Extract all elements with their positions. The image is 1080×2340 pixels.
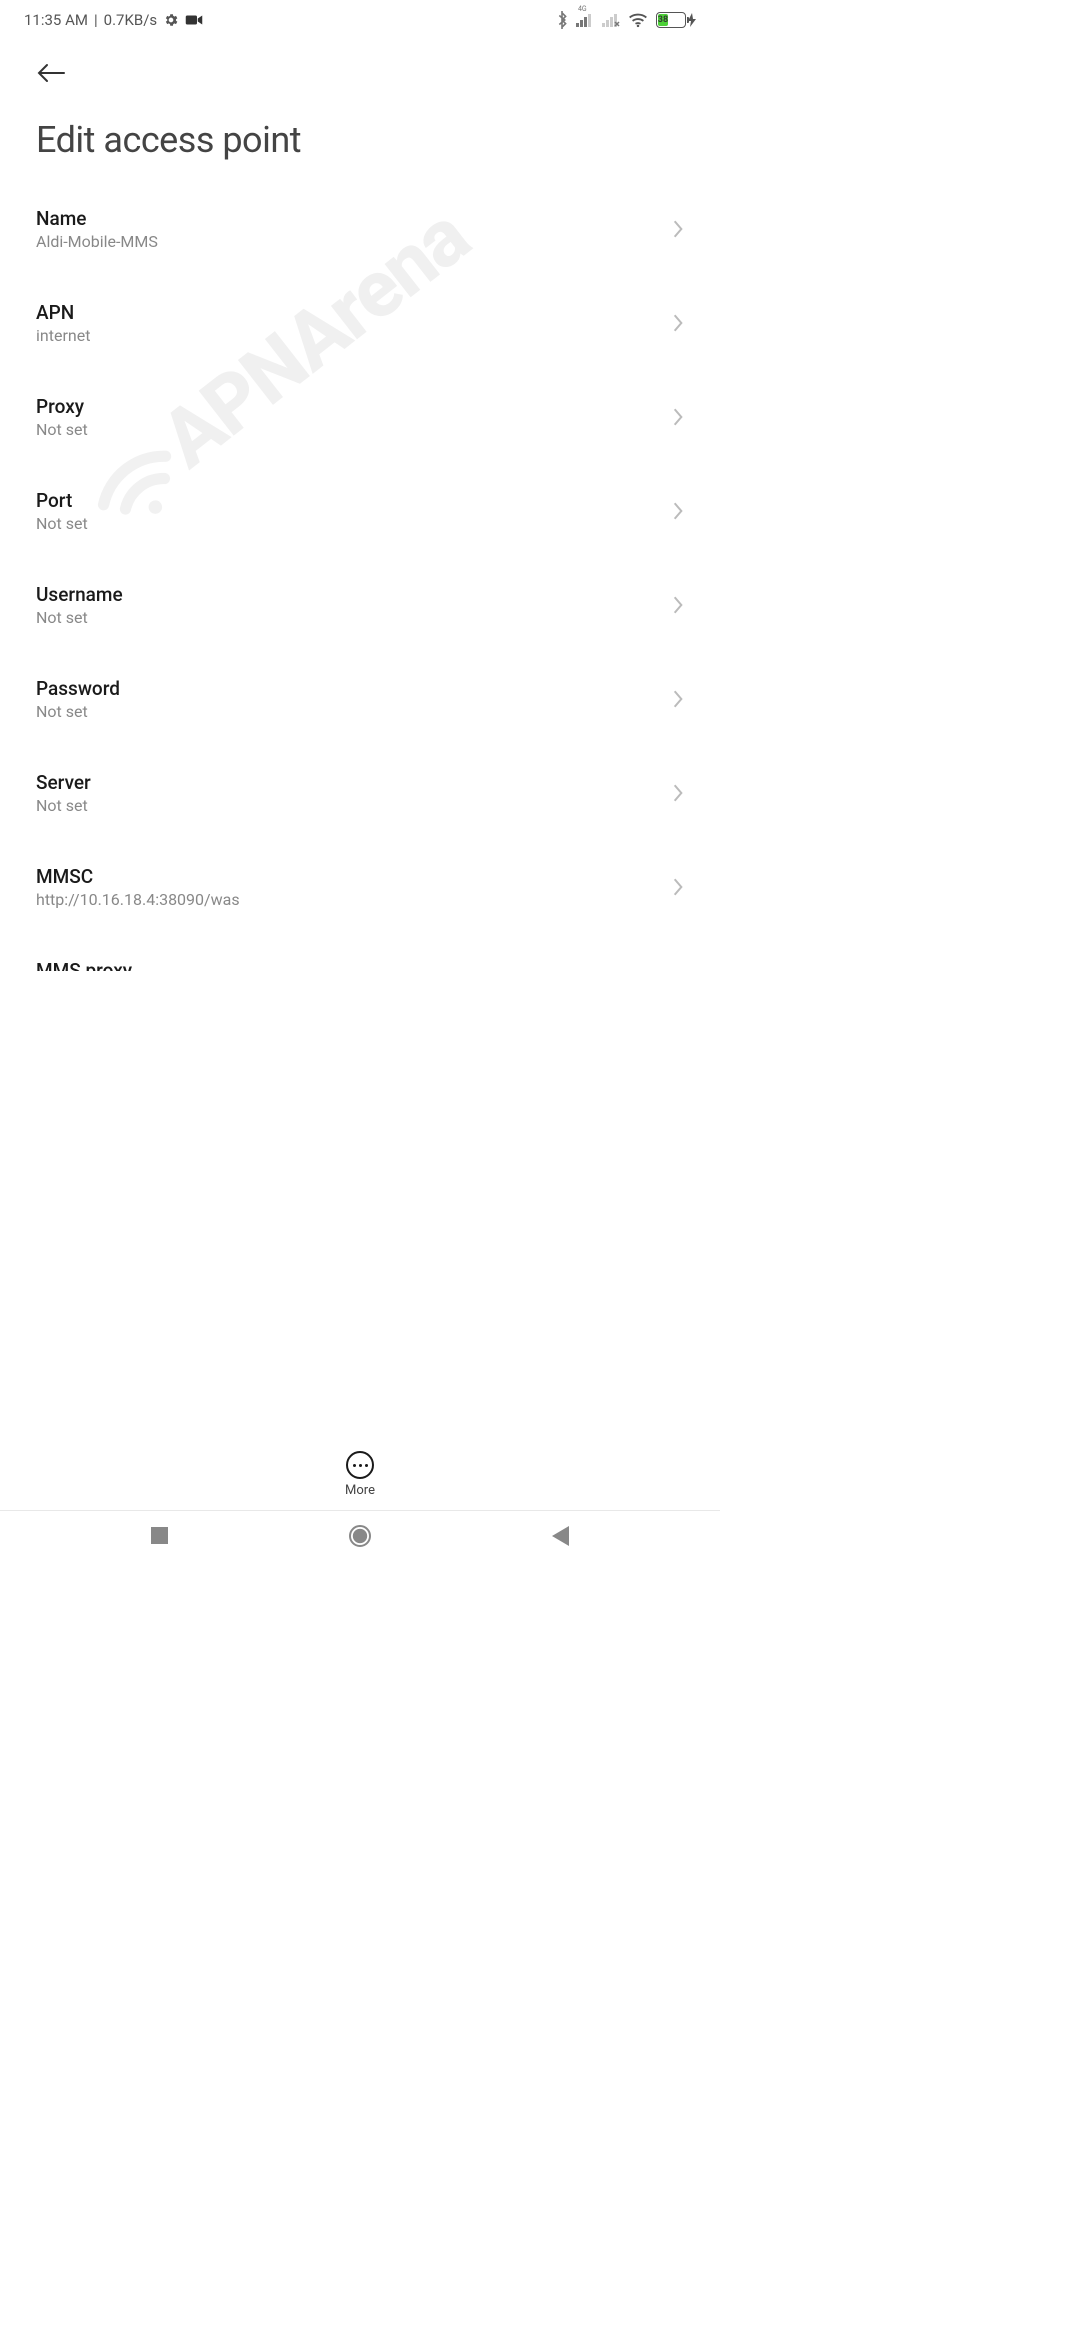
row-value: http://10.16.18.4:38090/was: [36, 890, 656, 909]
back-button[interactable]: [32, 58, 70, 91]
row-label: Server: [36, 771, 656, 794]
row-label: MMS proxy: [36, 959, 656, 971]
dot-icon: [353, 1464, 356, 1467]
circle-icon: [349, 1525, 371, 1547]
username-row[interactable]: Username Not set: [36, 557, 684, 651]
chevron-right-icon: [672, 501, 684, 521]
recents-button[interactable]: [143, 1519, 176, 1552]
triangle-left-icon: [552, 1526, 569, 1546]
row-value: Not set: [36, 702, 656, 721]
arrow-left-icon: [36, 62, 66, 84]
bottom-action-bar: More: [0, 1451, 720, 1498]
port-row[interactable]: Port Not set: [36, 463, 684, 557]
row-value: Not set: [36, 514, 656, 533]
row-label: Password: [36, 677, 656, 700]
status-time: 11:35 AM: [24, 11, 88, 29]
gear-icon: [163, 12, 179, 28]
row-value: Not set: [36, 796, 656, 815]
chevron-right-icon: [672, 877, 684, 897]
row-value: Aldi-Mobile-MMS: [36, 232, 656, 251]
chevron-right-icon: [672, 689, 684, 709]
dot-icon: [359, 1464, 362, 1467]
chevron-right-icon: [672, 219, 684, 239]
bluetooth-icon: [556, 11, 568, 29]
row-value: Not set: [36, 420, 656, 439]
battery-icon: 38: [656, 12, 696, 28]
square-icon: [151, 1527, 168, 1544]
signal-2-icon: [602, 13, 620, 27]
status-right: 4G 38: [556, 11, 696, 29]
settings-list[interactable]: Name Aldi-Mobile-MMS APN internet Proxy …: [0, 181, 720, 971]
more-button[interactable]: [346, 1451, 374, 1479]
status-left: 11:35 AM | 0.7KB/s: [24, 11, 203, 29]
back-nav-button[interactable]: [544, 1518, 577, 1554]
apn-name-row[interactable]: Name Aldi-Mobile-MMS: [36, 181, 684, 275]
proxy-row[interactable]: Proxy Not set: [36, 369, 684, 463]
navigation-bar: [0, 1510, 720, 1560]
row-value: internet: [36, 326, 656, 345]
battery-level: 38: [658, 14, 668, 26]
app-bar: [0, 40, 720, 91]
camera-icon: [185, 13, 203, 27]
home-button[interactable]: [341, 1517, 379, 1555]
status-sep: |: [94, 11, 98, 29]
signal-1-icon: 4G: [576, 13, 594, 27]
row-label: Username: [36, 583, 656, 606]
row-label: APN: [36, 301, 656, 324]
row-label: Proxy: [36, 395, 656, 418]
password-row[interactable]: Password Not set: [36, 651, 684, 745]
dot-icon: [365, 1464, 368, 1467]
row-label: MMSC: [36, 865, 656, 888]
chevron-right-icon: [672, 595, 684, 615]
mms-proxy-row[interactable]: MMS proxy 10.16.18.77: [36, 933, 684, 971]
chevron-right-icon: [672, 783, 684, 803]
status-bar: 11:35 AM | 0.7KB/s 4G 38: [0, 0, 720, 40]
more-label: More: [345, 1483, 375, 1498]
row-label: Port: [36, 489, 656, 512]
mmsc-row[interactable]: MMSC http://10.16.18.4:38090/was: [36, 839, 684, 933]
wifi-icon: [628, 12, 648, 28]
row-label: Name: [36, 207, 656, 230]
apn-row[interactable]: APN internet: [36, 275, 684, 369]
page-title: Edit access point: [0, 91, 720, 181]
chevron-right-icon: [672, 313, 684, 333]
status-speed: 0.7KB/s: [104, 11, 158, 29]
row-value: Not set: [36, 608, 656, 627]
server-row[interactable]: Server Not set: [36, 745, 684, 839]
chevron-right-icon: [672, 407, 684, 427]
